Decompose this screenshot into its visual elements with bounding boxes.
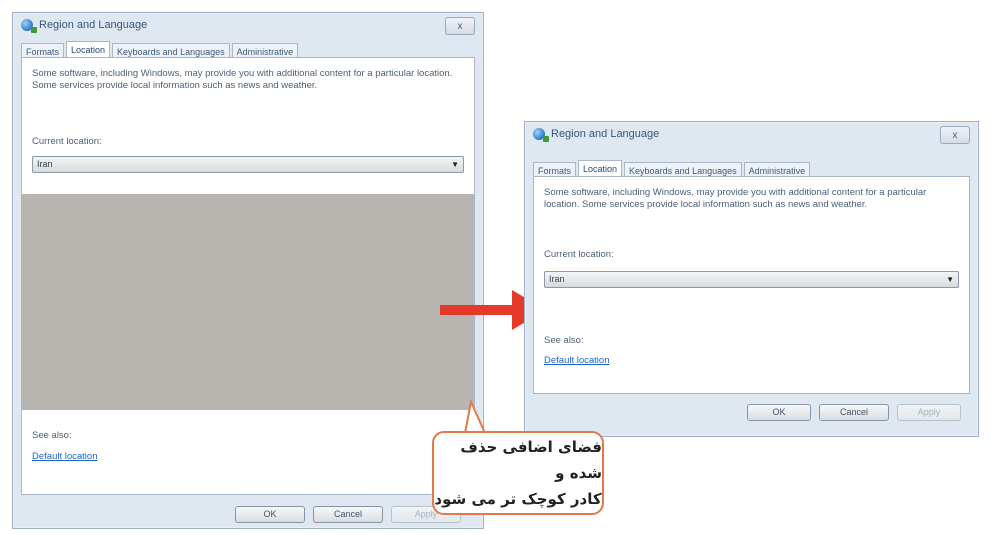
callout-line-1: فضای اضافی حذف شده و (460, 438, 602, 482)
left-titlebar: Region and Language x (13, 13, 483, 37)
annotation-callout: فضای اضافی حذف شده و کادر کوچک تر می شود (432, 431, 604, 515)
close-button[interactable]: x (940, 126, 970, 144)
right-dialog: Region and Language x Formats Location K… (524, 121, 979, 437)
right-location-panel: Some software, including Windows, may pr… (533, 176, 970, 394)
callout-pointer (463, 400, 487, 434)
right-dialog-title: Region and Language (551, 128, 660, 140)
location-description: Some software, including Windows, may pr… (544, 187, 927, 210)
left-dialog-title: Region and Language (39, 19, 148, 31)
location-description: Some software, including Windows, may pr… (32, 68, 453, 91)
current-location-label: Current location: (32, 136, 102, 147)
current-location-value: Iran (37, 159, 53, 169)
chevron-down-icon: ▼ (451, 160, 459, 169)
current-location-label: Current location: (544, 249, 614, 260)
current-location-select[interactable]: Iran ▼ (544, 271, 959, 288)
ok-button[interactable]: OK (747, 404, 811, 421)
apply-button[interactable]: Apply (897, 404, 961, 421)
chevron-down-icon: ▼ (946, 275, 954, 284)
left-location-panel: Some software, including Windows, may pr… (21, 57, 475, 495)
left-dialog: Region and Language x Formats Location K… (12, 12, 484, 529)
current-location-select[interactable]: Iran ▼ (32, 156, 464, 173)
right-titlebar: Region and Language x (525, 122, 978, 146)
default-location-link[interactable]: Default location (32, 451, 97, 462)
extra-space-area (22, 194, 474, 410)
callout-line-2: کادر کوچک تر می شود (434, 490, 602, 508)
see-also-label: See also: (544, 335, 584, 346)
ok-button[interactable]: OK (235, 506, 305, 523)
see-also-label: See also: (32, 430, 72, 441)
default-location-link[interactable]: Default location (544, 355, 609, 366)
globe-icon (533, 128, 549, 142)
cancel-button[interactable]: Cancel (313, 506, 383, 523)
cancel-button[interactable]: Cancel (819, 404, 889, 421)
close-button[interactable]: x (445, 17, 475, 35)
current-location-value: Iran (549, 274, 565, 284)
globe-icon (21, 19, 37, 33)
